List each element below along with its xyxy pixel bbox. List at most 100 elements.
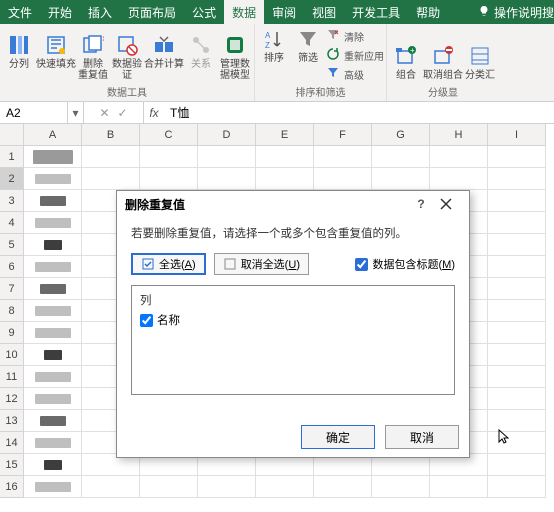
row-header[interactable]: 5 xyxy=(0,234,24,256)
cell[interactable] xyxy=(24,432,82,454)
row-header[interactable]: 13 xyxy=(0,410,24,432)
row-header[interactable]: 6 xyxy=(0,256,24,278)
tab-home[interactable]: 开始 xyxy=(40,0,80,24)
unselect-all-button[interactable]: 取消全选(U) xyxy=(214,253,309,275)
cell[interactable] xyxy=(488,278,546,300)
tab-layout[interactable]: 页面布局 xyxy=(120,0,184,24)
cell[interactable] xyxy=(488,256,546,278)
row-header[interactable]: 14 xyxy=(0,432,24,454)
tab-data[interactable]: 数据 xyxy=(224,0,264,24)
cell[interactable] xyxy=(82,168,140,190)
subtotal-button[interactable]: 分类汇 xyxy=(463,42,497,83)
cell[interactable] xyxy=(24,146,82,168)
cell[interactable] xyxy=(488,388,546,410)
column-checkbox[interactable] xyxy=(140,314,153,327)
clear-filter-button[interactable]: 清除 xyxy=(327,27,384,45)
cell[interactable] xyxy=(24,190,82,212)
tab-insert[interactable]: 插入 xyxy=(80,0,120,24)
cell[interactable] xyxy=(488,146,546,168)
cell[interactable] xyxy=(24,476,82,498)
cell[interactable] xyxy=(82,146,140,168)
cell[interactable] xyxy=(314,146,372,168)
name-box[interactable]: A2 xyxy=(0,102,68,123)
cell[interactable] xyxy=(372,168,430,190)
tab-view[interactable]: 视图 xyxy=(304,0,344,24)
cell[interactable] xyxy=(198,168,256,190)
cell[interactable] xyxy=(24,234,82,256)
col-header[interactable]: F xyxy=(314,124,372,146)
data-has-headers-checkbox[interactable]: 数据包含标题(M) xyxy=(355,256,455,272)
column-item[interactable]: 名称 xyxy=(140,312,446,328)
tab-file[interactable]: 文件 xyxy=(0,0,40,24)
data-model-button[interactable]: 管理数 据模型 xyxy=(218,31,252,83)
cell[interactable] xyxy=(488,212,546,234)
col-header[interactable]: C xyxy=(140,124,198,146)
cell[interactable] xyxy=(24,410,82,432)
cell[interactable] xyxy=(24,344,82,366)
cell[interactable] xyxy=(314,476,372,498)
cell[interactable] xyxy=(140,476,198,498)
advanced-filter-button[interactable]: 高级 xyxy=(327,65,384,83)
cell[interactable] xyxy=(488,410,546,432)
cell[interactable] xyxy=(24,300,82,322)
headers-checkbox-input[interactable] xyxy=(355,258,368,271)
cell[interactable] xyxy=(24,388,82,410)
row-header[interactable]: 10 xyxy=(0,344,24,366)
row-header[interactable]: 11 xyxy=(0,366,24,388)
flash-fill-button[interactable]: 快速填充 xyxy=(36,31,76,72)
tab-dev[interactable]: 开发工具 xyxy=(344,0,408,24)
col-header[interactable]: B xyxy=(82,124,140,146)
cell[interactable] xyxy=(24,366,82,388)
col-header[interactable]: G xyxy=(372,124,430,146)
cell[interactable] xyxy=(430,168,488,190)
cancel-button[interactable]: 取消 xyxy=(385,425,459,449)
cancel-formula-icon[interactable]: ✕ xyxy=(99,106,109,120)
cell[interactable] xyxy=(82,476,140,498)
cell[interactable] xyxy=(256,476,314,498)
cell[interactable] xyxy=(430,146,488,168)
row-header[interactable]: 3 xyxy=(0,190,24,212)
tab-help[interactable]: 帮助 xyxy=(408,0,448,24)
consolidate-button[interactable]: 合并计算 xyxy=(144,31,184,72)
cell[interactable] xyxy=(372,476,430,498)
cell[interactable] xyxy=(488,234,546,256)
cell[interactable] xyxy=(24,278,82,300)
col-header[interactable]: E xyxy=(256,124,314,146)
filter-button[interactable]: 筛选 xyxy=(291,25,325,66)
col-header[interactable]: H xyxy=(430,124,488,146)
cell[interactable] xyxy=(488,168,546,190)
name-box-dropdown[interactable]: ▾ xyxy=(68,102,84,123)
group-button[interactable]: + 组合 xyxy=(389,42,423,83)
sort-button[interactable]: AZ 排序 xyxy=(257,25,291,66)
data-validation-button[interactable]: 数据验 证 xyxy=(110,31,144,83)
col-header[interactable]: D xyxy=(198,124,256,146)
cell[interactable] xyxy=(198,476,256,498)
tab-formulas[interactable]: 公式 xyxy=(184,0,224,24)
row-header[interactable]: 7 xyxy=(0,278,24,300)
cell[interactable] xyxy=(314,168,372,190)
cell[interactable] xyxy=(24,322,82,344)
columns-list[interactable]: 列 名称 xyxy=(131,285,455,395)
cell[interactable] xyxy=(488,432,546,454)
row-header[interactable]: 8 xyxy=(0,300,24,322)
text-to-columns-button[interactable]: 分列 xyxy=(2,31,36,72)
cell[interactable] xyxy=(24,168,82,190)
cell[interactable] xyxy=(140,168,198,190)
row-header[interactable]: 15 xyxy=(0,454,24,476)
cell[interactable] xyxy=(488,366,546,388)
dialog-help-button[interactable]: ? xyxy=(411,197,431,211)
dialog-titlebar[interactable]: 删除重复值 ? xyxy=(117,191,469,217)
fx-icon[interactable]: fx xyxy=(144,106,164,120)
cell[interactable] xyxy=(24,256,82,278)
row-header[interactable]: 2 xyxy=(0,168,24,190)
cell[interactable] xyxy=(372,146,430,168)
cell[interactable] xyxy=(488,454,546,476)
cell[interactable] xyxy=(488,344,546,366)
dialog-close-button[interactable] xyxy=(431,194,461,214)
reapply-button[interactable]: 重新应用 xyxy=(327,46,384,64)
row-header[interactable]: 4 xyxy=(0,212,24,234)
cell[interactable] xyxy=(198,146,256,168)
cell[interactable] xyxy=(140,146,198,168)
cell[interactable] xyxy=(430,476,488,498)
cell[interactable] xyxy=(488,190,546,212)
